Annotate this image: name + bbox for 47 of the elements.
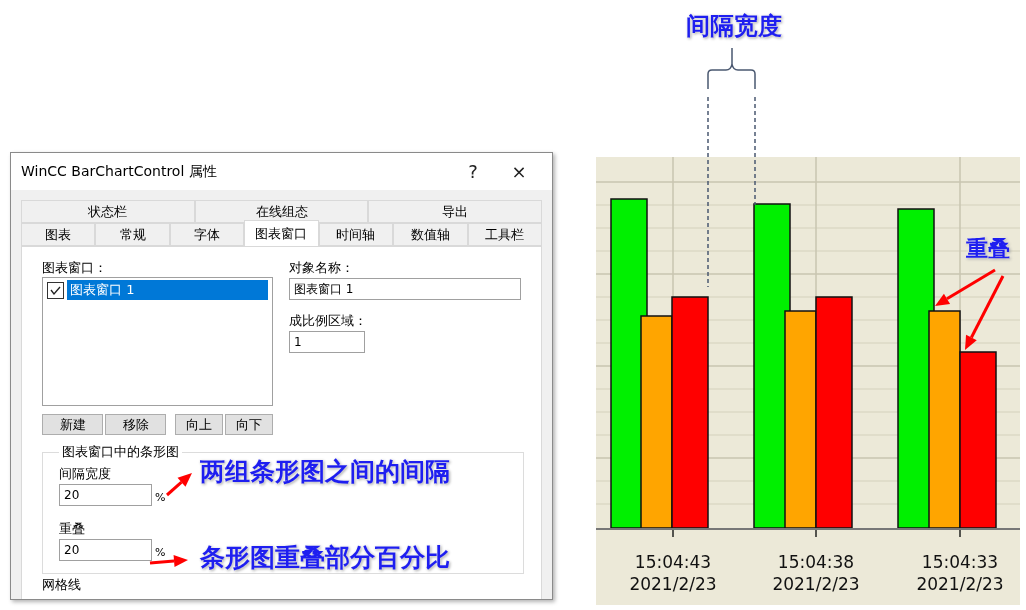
callout-label: 间隔宽度: [686, 11, 782, 40]
list-button[interactable]: 移除: [105, 414, 166, 435]
list-button[interactable]: 向下: [225, 414, 273, 435]
list-item[interactable]: 图表窗口 1: [67, 280, 268, 300]
axis-date-label: 2021/2/23: [772, 574, 860, 594]
annotation-text: 条形图重叠部分百分比: [200, 543, 450, 572]
window-title: WinCC BarChartControl 属性: [21, 162, 218, 181]
help-button[interactable]: ?: [450, 156, 496, 187]
axis-time-label: 15:04:38: [777, 552, 855, 572]
list-button[interactable]: 向上: [175, 414, 223, 435]
gap-width-field[interactable]: 20: [59, 484, 152, 506]
field-label: 重叠: [59, 521, 85, 536]
chart-window-list[interactable]: 图表窗口 1: [42, 277, 273, 406]
brace-drawing: [707, 47, 756, 90]
group-title: 图表窗口中的条形图: [61, 443, 180, 461]
tab[interactable]: 常规: [95, 223, 170, 246]
section-label: 网格线: [42, 576, 82, 594]
tab[interactable]: 图表: [21, 223, 96, 246]
annotation-text: 两组条形图之间的间隔: [200, 457, 450, 486]
pointer-arrow: [166, 473, 192, 497]
pointer-arrow: [149, 555, 188, 568]
object-name-field[interactable]: 图表窗口 1: [289, 278, 521, 300]
list-button[interactable]: 新建: [42, 414, 103, 435]
tab[interactable]: 字体: [169, 223, 245, 246]
callout-label: 重叠: [966, 235, 1010, 261]
axis-date-label: 2021/2/23: [916, 574, 1004, 594]
field-label: 对象名称：: [289, 259, 355, 277]
scale-field[interactable]: 1: [289, 331, 365, 353]
axis-time-label: 15:04:43: [634, 552, 712, 572]
check-icon: [50, 285, 61, 295]
tab[interactable]: 图表窗口: [244, 220, 319, 246]
tab[interactable]: 数值轴: [393, 223, 468, 246]
tab[interactable]: 工具栏: [467, 223, 542, 246]
field-label: 间隔宽度: [59, 466, 111, 481]
field-label: 图表窗口：: [42, 259, 108, 277]
tab[interactable]: 状态栏: [21, 200, 195, 223]
close-button[interactable]: ×: [496, 156, 542, 187]
overlap-field[interactable]: 20: [59, 539, 152, 561]
tab[interactable]: 时间轴: [318, 223, 394, 246]
unit-label: %: [155, 546, 166, 559]
tab[interactable]: 在线组态: [194, 200, 369, 223]
tab[interactable]: 导出: [368, 200, 542, 223]
field-label: 成比例区域：: [289, 312, 368, 330]
axis-time-label: 15:04:33: [921, 552, 999, 572]
checkbox[interactable]: [47, 281, 64, 299]
unit-label: %: [155, 491, 166, 504]
axis-date-label: 2021/2/23: [629, 574, 717, 594]
